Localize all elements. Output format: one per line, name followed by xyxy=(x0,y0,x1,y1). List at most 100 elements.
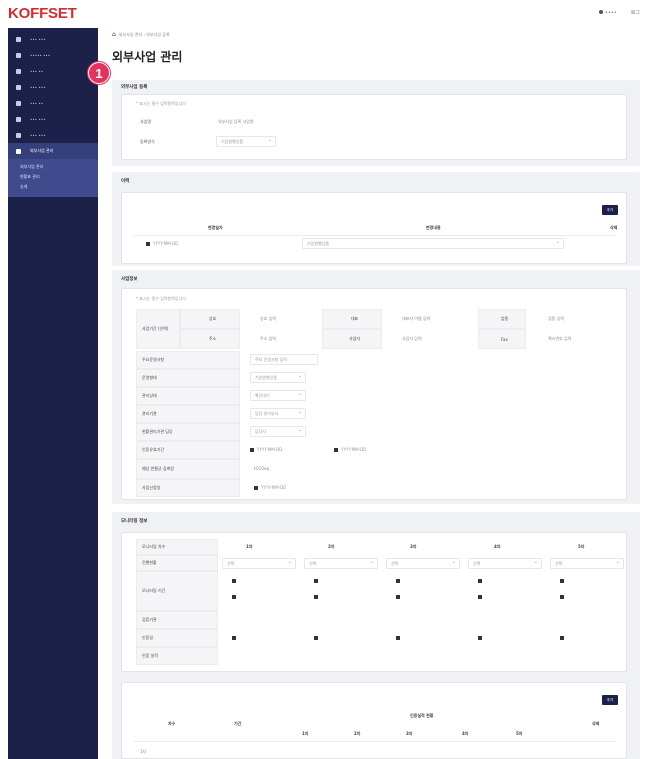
business-manager-select[interactable]: 담당자 xyxy=(250,426,306,437)
performance-add-button[interactable]: 추가 xyxy=(602,695,618,705)
monitoring-progress-select-4[interactable]: 선택 xyxy=(468,558,542,569)
sidebar-item-external-business[interactable]: 외부사업 관리 xyxy=(8,143,98,159)
business-label-ceo: 대표 xyxy=(322,309,382,329)
performance-subheader-2: 2차 xyxy=(354,731,361,736)
history-header-delete: 삭제 xyxy=(610,225,618,230)
business-label-company: 상호 xyxy=(180,309,240,329)
monitoring-card: 모니터링 차수 1차 2차 3차 4차 5차 진행현황 선택 선택 선택 선택 … xyxy=(121,532,627,672)
business-label-registrant: 사업자 xyxy=(322,329,382,349)
business-value-company[interactable]: 상호 입력 xyxy=(260,316,276,322)
monitoring-header-label: 모니터링 차수 xyxy=(136,539,218,555)
business-apply-date-input[interactable]: YYYY-MM-DD xyxy=(254,485,286,490)
person-icon xyxy=(16,148,21,154)
performance-subheader-3: 3차 xyxy=(406,731,413,736)
business-label-operation: 운영형태 xyxy=(136,369,240,387)
user-icon xyxy=(599,10,603,14)
calendar-icon xyxy=(254,485,258,490)
calendar-icon[interactable] xyxy=(560,579,564,583)
monitoring-section-title: 모니터링 정보 xyxy=(121,519,148,524)
calendar-icon[interactable] xyxy=(232,595,236,599)
monitoring-round-3: 3차 xyxy=(410,544,417,549)
performance-subheader-4: 4차 xyxy=(462,731,469,736)
performance-card: 추가 차수 기간 인증실적 현황 삭제 1차 2차 3차 4차 5차 1차 xyxy=(121,682,627,759)
calendar-icon[interactable] xyxy=(314,636,318,640)
sidebar-subitem-status[interactable]: 현황표 관리 xyxy=(8,172,98,182)
sidebar-item-4[interactable]: ••• ••• xyxy=(8,79,98,95)
business-operation-select[interactable]: 기업발행상품 xyxy=(250,372,306,383)
calendar-icon xyxy=(146,241,150,246)
calendar-icon[interactable] xyxy=(478,595,482,599)
calendar-icon[interactable] xyxy=(396,636,400,640)
business-label-agency: 관리기관 xyxy=(136,405,240,423)
register-card: * 표시는 필수 입력항목입니다 사업명 외부사업 등록 사업명 등록방식 기업… xyxy=(121,94,627,160)
sidebar: ••• ••• ••••• ••• ••• •• ••• ••• ••• •• … xyxy=(8,28,98,759)
calendar-icon[interactable] xyxy=(478,636,482,640)
business-value-type[interactable]: 업종 입력 xyxy=(548,316,564,322)
sidebar-submenu: 외부사업 관리 현황표 관리 승계 xyxy=(8,159,98,197)
calendar-icon[interactable] xyxy=(232,579,236,583)
monitoring-progress-select-2[interactable]: 선택 xyxy=(304,558,378,569)
business-value-fax[interactable]: 팩스번호 입력 xyxy=(548,336,571,342)
brand-logo[interactable]: KOFFSET xyxy=(8,5,77,22)
calendar-icon[interactable] xyxy=(560,595,564,599)
business-period-label: 사업기간 (선택) xyxy=(136,309,180,349)
user-menu[interactable]: •••• xyxy=(599,10,617,16)
business-label-manager: 현황관리기관 담당 xyxy=(136,423,240,441)
history-add-button[interactable]: 추가 xyxy=(602,205,618,215)
monitoring-section: 모니터링 정보 모니터링 차수 1차 2차 3차 4차 5차 진행현황 선택 선… xyxy=(112,512,640,759)
register-method-select[interactable]: 기업발행상품 xyxy=(216,136,276,147)
business-label-fax: Fax xyxy=(478,329,526,349)
performance-divider xyxy=(134,741,616,742)
history-divider xyxy=(134,235,616,236)
business-reduction-value[interactable]: tCO2eq xyxy=(254,466,269,471)
history-date-input[interactable]: YYYY-MM-DD xyxy=(146,241,178,246)
step-marker-badge: 1 xyxy=(88,62,110,84)
business-main-input[interactable]: 주요 운영사항 입력 xyxy=(250,354,318,365)
home-icon[interactable]: ⌂ xyxy=(112,31,116,38)
monitoring-label-cert-date: 인증일 xyxy=(136,629,218,647)
menu-icon xyxy=(16,100,21,106)
business-value-ceo[interactable]: 대표자 이름 입력 xyxy=(402,316,430,322)
top-bar: KOFFSET •••• 로그 xyxy=(0,0,648,28)
sidebar-item-3[interactable]: ••• •• xyxy=(8,63,98,79)
business-status-select[interactable]: 확인대기 xyxy=(250,390,306,401)
business-card: * 표시는 필수 입력항목입니다 사업기간 (선택) 상호 상호 입력 대표 대… xyxy=(121,288,627,500)
business-agency-select[interactable]: 담당 관리부서 xyxy=(250,408,306,419)
calendar-icon[interactable] xyxy=(314,579,318,583)
history-content-select[interactable]: 기업발행상품 xyxy=(302,238,564,249)
sidebar-subitem-manage[interactable]: 외부사업 관리 xyxy=(8,162,98,172)
performance-header-delete: 삭제 xyxy=(592,721,600,726)
register-section-title: 외부사업 등록 xyxy=(121,85,148,90)
calendar-icon[interactable] xyxy=(560,636,564,640)
register-value-name[interactable]: 외부사업 등록 사업명 xyxy=(218,119,254,125)
business-value-registrant[interactable]: 사업자 입력 xyxy=(402,336,422,342)
top-user-area: •••• 로그 xyxy=(599,9,640,16)
sidebar-item-5[interactable]: ••• •• xyxy=(8,95,98,111)
calendar-icon[interactable] xyxy=(478,579,482,583)
calendar-icon[interactable] xyxy=(314,595,318,599)
sidebar-item-6[interactable]: ••• ••• xyxy=(8,111,98,127)
sidebar-subitem-transfer[interactable]: 승계 xyxy=(8,182,98,192)
logout-link[interactable]: 로그 xyxy=(631,9,640,16)
monitoring-progress-select-3[interactable]: 선택 xyxy=(386,558,460,569)
menu-icon xyxy=(16,116,21,122)
monitoring-label-verifier: 검증기관 xyxy=(136,611,218,629)
calendar-icon[interactable] xyxy=(396,579,400,583)
register-note: * 표시는 필수 입력항목입니다 xyxy=(136,101,186,106)
business-validity-start[interactable]: YYYY-MM-DD xyxy=(250,447,282,452)
monitoring-label-cert-result: 인증 실적 xyxy=(136,647,218,665)
monitoring-progress-select-1[interactable]: 선택 xyxy=(222,558,296,569)
sidebar-item-2[interactable]: ••••• ••• xyxy=(8,47,98,63)
business-value-address[interactable]: 주소 입력 xyxy=(260,336,276,342)
calendar-icon[interactable] xyxy=(396,595,400,599)
menu-icon xyxy=(16,68,21,74)
calendar-icon xyxy=(250,447,254,452)
sidebar-item-1[interactable]: ••• ••• xyxy=(8,31,98,47)
menu-icon xyxy=(16,52,21,58)
business-validity-end[interactable]: YYYY-MM-DD xyxy=(334,447,366,452)
performance-subheader-5: 5차 xyxy=(516,731,523,736)
sidebar-item-7[interactable]: ••• ••• xyxy=(8,127,98,143)
monitoring-progress-select-5[interactable]: 선택 xyxy=(550,558,624,569)
history-section: 이력 추가 변경일자 변경내용 삭제 YYYY-MM-DD 기업발행상품 xyxy=(112,172,640,266)
calendar-icon[interactable] xyxy=(232,636,236,640)
